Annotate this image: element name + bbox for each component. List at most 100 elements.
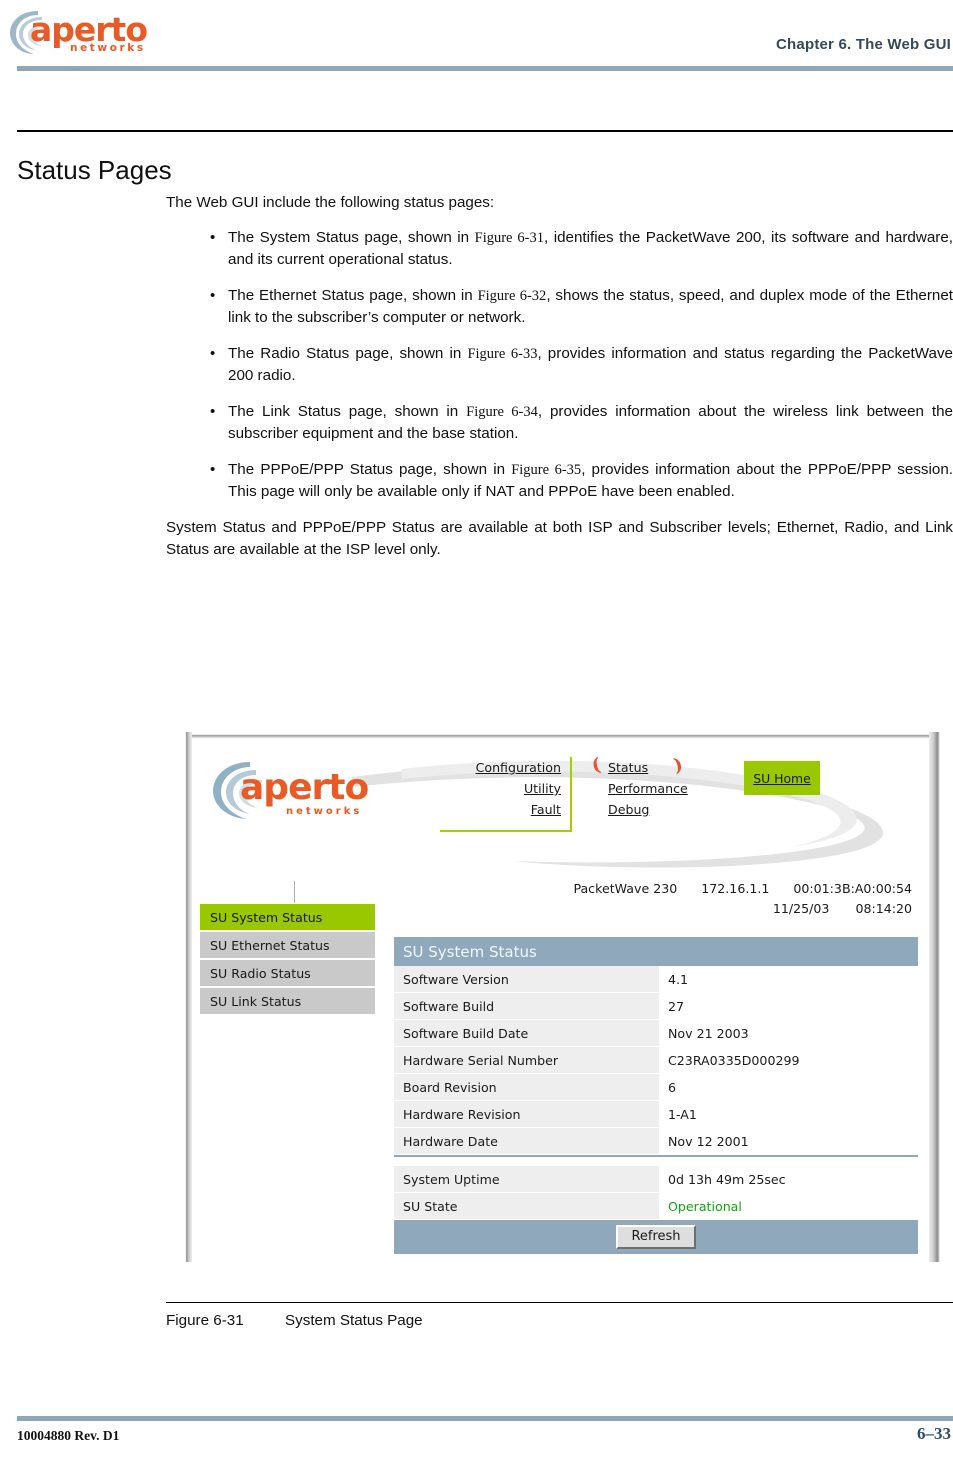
aperto-networks-logo: aperto networks	[8, 6, 198, 58]
body-copy: The Web GUI include the following status…	[166, 192, 953, 562]
bullet-icon: •	[210, 228, 216, 246]
bullet-text-pre: The System Status page, shown in	[228, 228, 475, 246]
device-date: 11/25/03	[772, 901, 830, 916]
row-value: 1-A1	[659, 1101, 918, 1128]
device-info-line-2: 11/25/03 08:14:20	[522, 899, 912, 919]
sidebar-item-su-ethernet-status[interactable]: SU Ethernet Status	[200, 932, 375, 960]
window-frame-right	[929, 732, 943, 1262]
footer-rule	[17, 1416, 953, 1421]
row-value: Nov 21 2003	[659, 1020, 918, 1047]
sidebar-divider	[294, 881, 295, 903]
row-value: 4.1	[659, 966, 918, 993]
sidebar-item-su-radio-status[interactable]: SU Radio Status	[200, 960, 375, 988]
list-item: • The System Status page, shown in Figure…	[166, 227, 953, 272]
table-footer-bar: Refresh	[394, 1220, 918, 1254]
table-row: Hardware Revision 1-A1	[394, 1101, 918, 1128]
row-value: 27	[659, 993, 918, 1020]
status-table-title: SU System Status	[394, 937, 918, 966]
sidebar-item-label: SU Ethernet Status	[210, 937, 330, 953]
table-row: Software Build 27	[394, 993, 918, 1020]
closing-paragraph: System Status and PPPoE/PPP Status are a…	[166, 518, 953, 559]
bullet-icon: •	[210, 286, 216, 304]
bullet-text-pre: The Radio Status page, shown in	[228, 344, 468, 362]
sidebar-item-label: SU Link Status	[210, 993, 302, 1009]
figure-screenshot: aperto networks Configuration Utility Fa…	[183, 732, 943, 1262]
list-item: • The Radio Status page, shown in Figure …	[166, 343, 953, 388]
figure-reference[interactable]: Figure 6-31	[475, 230, 544, 246]
figure-reference[interactable]: Figure 6-35	[511, 462, 581, 478]
list-item: • The PPPoE/PPP Status page, shown in Fig…	[166, 459, 953, 504]
su-home-label: SU Home	[753, 770, 811, 786]
row-label: Software Build Date	[394, 1020, 659, 1047]
table-row: System Uptime 0d 13h 49m 25sec	[394, 1166, 918, 1193]
sidebar-item-su-system-status[interactable]: SU System Status	[200, 904, 375, 932]
row-label: Hardware Revision	[394, 1101, 659, 1128]
table-section-divider	[394, 1155, 918, 1166]
caption-rule	[166, 1302, 953, 1303]
nav-column-right: ( ) Status Performance Debug	[590, 754, 760, 820]
row-value: 0d 13h 49m 25sec	[659, 1166, 918, 1193]
sidebar-item-su-link-status[interactable]: SU Link Status	[200, 988, 375, 1016]
page-title: Status Pages	[17, 155, 172, 186]
list-item: • The Ethernet Status page, shown in Figu…	[166, 285, 953, 330]
row-label: Hardware Serial Number	[394, 1047, 659, 1074]
sidebar-item-label: SU System Status	[210, 909, 323, 925]
su-home-button[interactable]: SU Home	[744, 761, 820, 795]
status-pages-list: • The System Status page, shown in Figure…	[166, 227, 953, 504]
row-value: C23RA0335D000299	[659, 1047, 918, 1074]
gui-logo-wordmark: aperto	[240, 767, 369, 808]
figure-reference[interactable]: Figure 6-33	[467, 346, 537, 362]
logo-subword: networks	[70, 42, 146, 54]
nav-link-performance[interactable]: Performance	[590, 778, 760, 799]
document-id: 10004880 Rev. D1	[17, 1428, 120, 1443]
gui-aperto-logo: aperto networks	[210, 759, 415, 824]
table-row: SU State Operational	[394, 1193, 918, 1220]
table-row: Board Revision 6	[394, 1074, 918, 1101]
su-system-status-table: SU System Status Software Version 4.1 So…	[394, 937, 918, 1254]
device-time: 08:14:20	[855, 901, 912, 916]
figure-reference[interactable]: Figure 6-34	[466, 404, 538, 420]
device-info-line-1: PacketWave 230 172.16.1.1 00:01:3B:A0:00…	[522, 879, 912, 899]
row-label: Software Version	[394, 966, 659, 993]
figure-caption: Figure 6-31 System Status Page	[166, 1312, 423, 1329]
header-rule	[17, 66, 953, 71]
row-label: Software Build	[394, 993, 659, 1020]
figure-reference[interactable]: Figure 6-32	[478, 288, 547, 304]
window-frame-left	[183, 732, 192, 1262]
bullet-icon: •	[210, 460, 216, 478]
bullet-text-pre: The Ethernet Status page, shown in	[228, 286, 478, 304]
nav-link-debug[interactable]: Debug	[590, 799, 760, 820]
status-badge: Operational	[659, 1193, 918, 1220]
figure-caption-text: System Status Page	[285, 1312, 423, 1329]
gui-navigation: Configuration Utility Fault ( ) Status P…	[440, 754, 770, 862]
row-label: Board Revision	[394, 1074, 659, 1101]
bullet-icon: •	[210, 344, 216, 362]
nav-link-configuration[interactable]: Configuration	[440, 757, 561, 778]
device-info-bar: PacketWave 230 172.16.1.1 00:01:3B:A0:00…	[522, 879, 912, 919]
bullet-text-pre: The Link Status page, shown in	[228, 402, 467, 420]
gui-canvas: aperto networks Configuration Utility Fa…	[192, 739, 929, 1262]
device-model: PacketWave 230	[573, 881, 678, 896]
nav-link-fault[interactable]: Fault	[440, 799, 561, 820]
bullet-icon: •	[210, 402, 216, 420]
page-header: aperto networks Chapter 6. The Web GUI	[0, 0, 953, 72]
device-mac-address: 00:01:3B:A0:00:54	[793, 881, 912, 896]
table-row: Software Version 4.1	[394, 966, 918, 993]
list-item: • The Link Status page, shown in Figure 6…	[166, 401, 953, 446]
nav-link-utility[interactable]: Utility	[440, 778, 561, 799]
row-label: Hardware Date	[394, 1128, 659, 1155]
row-value: 6	[659, 1074, 918, 1101]
page-number: 6–33	[917, 1424, 951, 1443]
table-row: Software Build Date Nov 21 2003	[394, 1020, 918, 1047]
table-row: Hardware Date Nov 12 2001	[394, 1128, 918, 1155]
refresh-button[interactable]: Refresh	[616, 1225, 696, 1249]
gui-sidebar: SU System Status SU Ethernet Status SU R…	[200, 904, 375, 1016]
nav-column-left: Configuration Utility Fault	[440, 757, 572, 832]
row-label: System Uptime	[394, 1166, 659, 1193]
intro-paragraph: The Web GUI include the following status…	[166, 194, 495, 211]
section-rule	[17, 130, 953, 132]
bullet-text-pre: The PPPoE/PPP Status page, shown in	[228, 460, 512, 478]
figure-caption-number: Figure 6-31	[166, 1312, 244, 1329]
row-label: SU State	[394, 1193, 659, 1220]
table-row: Hardware Serial Number C23RA0335D000299	[394, 1047, 918, 1074]
